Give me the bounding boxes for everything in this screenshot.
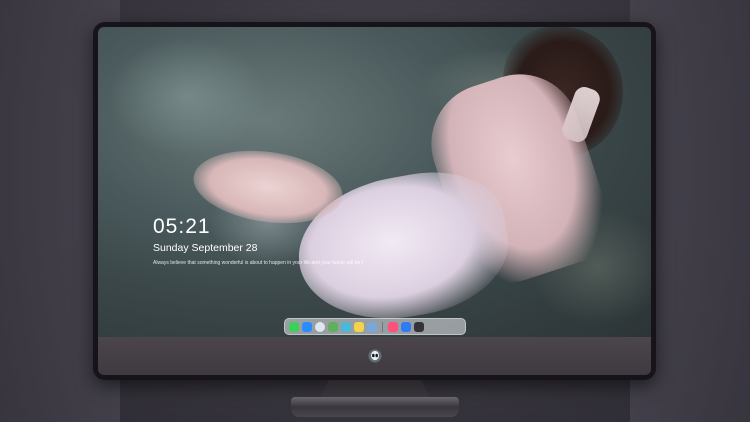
lock-quote: Always believe that something wonderful … <box>153 260 363 266</box>
monitor-chin <box>98 337 651 375</box>
dock <box>284 318 466 335</box>
claquette-icon[interactable] <box>341 321 351 332</box>
alien-logo-icon <box>368 349 382 363</box>
safari-icon[interactable] <box>315 321 325 332</box>
lock-clock: 05:21 <box>153 215 211 238</box>
notes-icon[interactable] <box>354 321 364 332</box>
lock-date: Sunday September 28 <box>153 242 258 254</box>
dock-separator <box>382 321 383 332</box>
finder-icon[interactable] <box>302 321 312 332</box>
app-store-icon[interactable] <box>401 321 411 332</box>
wallpaper-foliage <box>108 37 268 157</box>
monitor: 05:21 Sunday September 28 Always believe… <box>93 22 656 380</box>
preview-icon[interactable] <box>367 321 377 332</box>
music-icon[interactable] <box>388 321 398 332</box>
monitor-stand-base <box>291 397 459 417</box>
lock-screen[interactable]: 05:21 Sunday September 28 Always believe… <box>98 27 651 337</box>
maps-icon[interactable] <box>328 321 338 332</box>
monitor-stand-neck <box>320 380 430 398</box>
camera-icon[interactable] <box>414 321 424 332</box>
messages-icon[interactable] <box>289 321 299 332</box>
